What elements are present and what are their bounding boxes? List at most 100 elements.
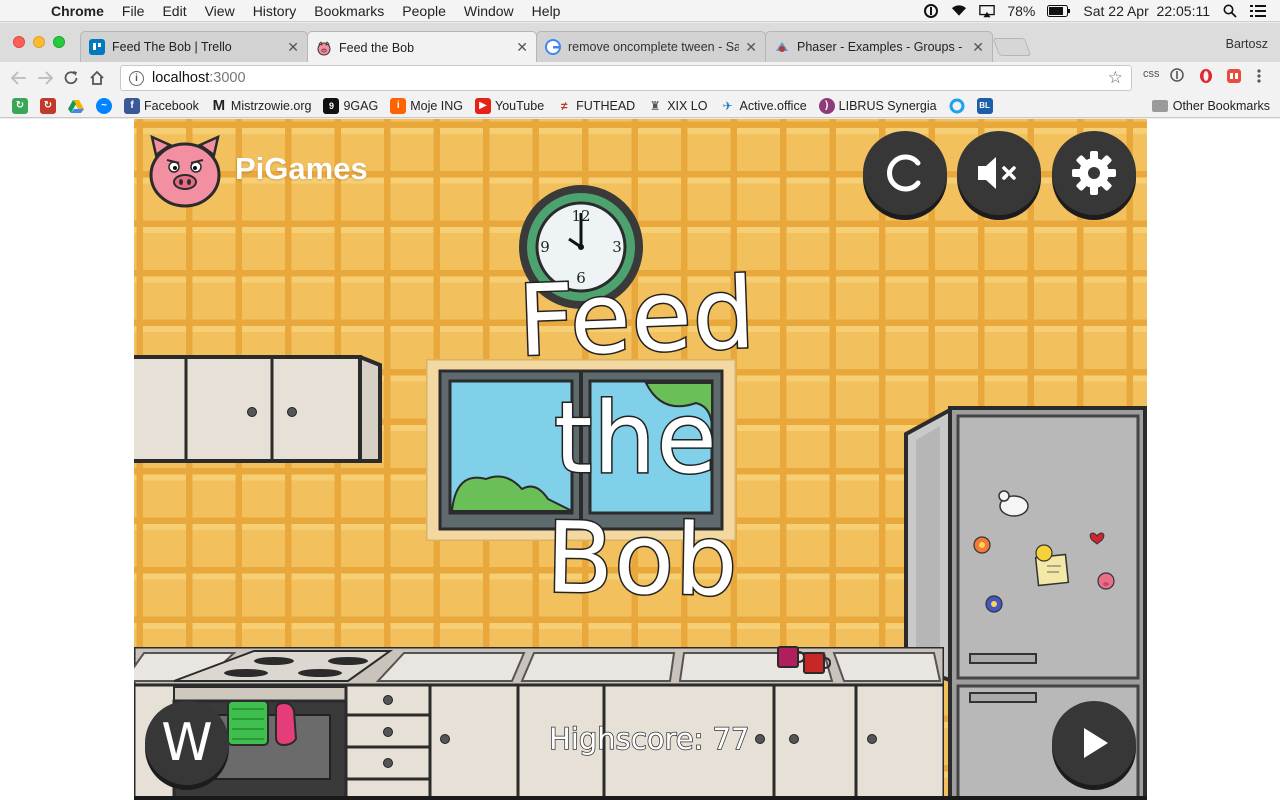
bl-icon: BL — [976, 97, 993, 114]
tab-close-icon[interactable]: ✕ — [972, 39, 984, 56]
tab-strip: Feed The Bob | Trello ✕ Feed the Bob ✕ r… — [0, 23, 1280, 63]
w-button[interactable]: W — [145, 701, 229, 785]
close-window-button[interactable] — [13, 36, 25, 48]
game-title-feed: Feed — [515, 255, 760, 380]
airplay-icon[interactable] — [979, 4, 996, 18]
librus-icon: ) — [818, 97, 835, 114]
speaker-muted-icon — [978, 157, 1016, 189]
tab-title: Phaser - Examples - Groups - — [797, 40, 963, 54]
maximize-window-button[interactable] — [53, 36, 65, 48]
bookmark-drive[interactable] — [68, 98, 84, 114]
home-button[interactable] — [84, 65, 110, 91]
menubar-clock[interactable]: Sat 22 Apr 22:05:11 — [1083, 3, 1210, 19]
highscore-label: Highscore: 77 — [548, 721, 750, 757]
brand-name: PiGames — [235, 151, 368, 186]
mugs — [777, 646, 832, 674]
tab-title: Feed The Bob | Trello — [112, 40, 232, 54]
messenger-icon: ~ — [96, 97, 112, 114]
chrome-menu-icon[interactable] — [1256, 68, 1262, 87]
address-port: :3000 — [209, 70, 246, 86]
bookmark-ing[interactable]: i Moje ING — [390, 97, 464, 114]
menu-bookmarks[interactable]: Bookmarks — [305, 3, 393, 19]
mute-button[interactable] — [957, 131, 1041, 215]
status-info-icon[interactable] — [923, 3, 939, 18]
new-tab-button[interactable] — [992, 38, 1032, 56]
tab-trello[interactable]: Feed The Bob | Trello ✕ — [80, 31, 308, 62]
bookmark-green-ext[interactable]: ↻ — [12, 97, 28, 114]
green-ext-icon: ↻ — [12, 97, 28, 114]
other-bookmarks-folder[interactable]: Other Bookmarks — [1151, 98, 1270, 113]
tab-phaser-examples[interactable]: Phaser - Examples - Groups - ✕ — [765, 31, 993, 62]
gear-icon — [1072, 151, 1116, 195]
bookmark-bl[interactable]: BL — [976, 97, 993, 114]
youtube-icon: ▶ — [475, 97, 492, 114]
bookmark-circle-ext[interactable] — [949, 98, 965, 114]
forward-button[interactable] — [32, 65, 58, 91]
menu-people[interactable]: People — [393, 3, 455, 19]
bookmark-futhead[interactable]: ≠ FUTHEAD — [556, 98, 635, 114]
notification-center-icon[interactable] — [1250, 4, 1266, 18]
settings-button[interactable] — [1052, 131, 1136, 215]
address-bar[interactable]: i localhost :3000 ☆ — [120, 65, 1132, 91]
facebook-icon: f — [124, 97, 140, 114]
battery-icon[interactable] — [1047, 4, 1071, 18]
wifi-icon[interactable] — [951, 4, 967, 18]
game-canvas[interactable]: 12 9 3 6 — [134, 119, 1147, 796]
trello-icon — [89, 39, 105, 55]
info-extension-icon[interactable] — [1170, 68, 1184, 85]
menu-window[interactable]: Window — [455, 3, 523, 19]
bookmark-label: Active.office — [739, 98, 807, 113]
game-bottom-border — [134, 796, 1147, 800]
css-extension-icon[interactable]: css — [1143, 68, 1160, 80]
bookmarks-bar: ↻ ↻ ~ f Facebook M Mistrzowie.org 9 9GAG iM… — [0, 94, 1280, 118]
tab-title: Feed the Bob — [339, 40, 415, 55]
flower-magnet-blue — [985, 595, 1003, 613]
school-icon: ♜ — [649, 98, 661, 113]
menu-help[interactable]: Help — [523, 3, 570, 19]
pigames-logo — [149, 135, 221, 208]
clock-number-9: 9 — [540, 238, 550, 256]
tab-close-icon[interactable]: ✕ — [745, 39, 757, 56]
other-bookmarks-label: Other Bookmarks — [1172, 98, 1270, 113]
bookmark-youtube[interactable]: ▶ YouTube — [475, 97, 544, 114]
bookmark-xix-lo[interactable]: ♜ XIX LO — [647, 98, 708, 114]
upper-cabinet — [134, 355, 382, 463]
tab-feed-the-bob[interactable]: Feed the Bob ✕ — [307, 31, 537, 63]
menu-history[interactable]: History — [244, 3, 306, 19]
m-icon: M — [212, 97, 226, 114]
bookmark-9gag[interactable]: 9 9GAG — [323, 97, 378, 114]
bookmark-facebook[interactable]: f Facebook — [124, 97, 199, 114]
bookmark-star-icon[interactable]: ☆ — [1108, 68, 1123, 88]
bookmark-messenger[interactable]: ~ — [96, 97, 112, 114]
bookmark-active-office[interactable]: ✈ Active.office — [719, 98, 806, 114]
menu-view[interactable]: View — [196, 3, 244, 19]
minimize-window-button[interactable] — [33, 36, 45, 48]
bookmark-librus[interactable]: ) LIBRUS Synergia — [818, 97, 937, 114]
pig-icon — [316, 40, 332, 56]
bookmark-mistrzowie[interactable]: M Mistrzowie.org — [211, 97, 312, 114]
pig-magnet — [1097, 572, 1115, 590]
menu-edit[interactable]: Edit — [153, 3, 195, 19]
menu-file[interactable]: File — [113, 3, 154, 19]
flower-magnet-orange — [973, 536, 991, 554]
tab-close-icon[interactable]: ✕ — [287, 39, 299, 56]
macos-menubar: Chrome File Edit View History Bookmarks … — [0, 0, 1280, 22]
tab-google-search[interactable]: remove oncomplete tween - Sa ✕ — [536, 31, 766, 62]
play-button[interactable] — [1052, 701, 1136, 785]
opera-extension-icon[interactable] — [1199, 68, 1213, 87]
tab-close-icon[interactable]: ✕ — [516, 39, 528, 56]
reload-button[interactable] — [58, 65, 84, 91]
profile-name[interactable]: Bartosz — [1226, 37, 1268, 51]
spotlight-search-icon[interactable] — [1222, 4, 1238, 18]
bookmark-label: Mistrzowie.org — [230, 98, 312, 113]
address-host: localhost — [152, 70, 210, 86]
tab-title: remove oncomplete tween - Sa — [568, 40, 740, 54]
restart-button[interactable] — [863, 131, 947, 215]
red-extension-icon[interactable] — [1226, 68, 1242, 87]
red-ext-icon: ↻ — [40, 97, 56, 114]
menu-app-chrome[interactable]: Chrome — [42, 3, 113, 19]
back-button[interactable] — [6, 65, 32, 91]
site-info-icon[interactable]: i — [129, 70, 144, 86]
bookmark-red-ext[interactable]: ↻ — [40, 97, 56, 114]
bookmark-label: Moje ING — [410, 98, 464, 113]
